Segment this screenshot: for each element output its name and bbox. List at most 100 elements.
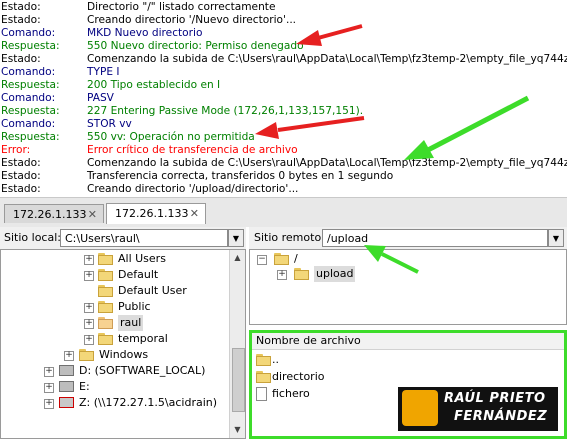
tree-item[interactable]: Default User bbox=[1, 283, 227, 299]
tab-connection-2[interactable]: 172.26.1.133 ✕ bbox=[106, 203, 206, 224]
tree-item-label: temporal bbox=[118, 332, 168, 345]
local-tree-scrollbar[interactable]: ▲ ▼ bbox=[229, 250, 245, 438]
tab-connection-1[interactable]: 172.26.1.133 ✕ bbox=[4, 204, 104, 223]
log-line: Comando: STOR vv bbox=[0, 118, 567, 131]
tree-item-label: Default User bbox=[118, 284, 187, 297]
log-label: Comando: bbox=[1, 66, 56, 78]
log-line: Respuesta: 550 vv: Operación no permitida bbox=[0, 131, 567, 144]
remote-site-label: Sitio remoto: bbox=[254, 231, 325, 244]
scroll-up-icon[interactable]: ▲ bbox=[230, 250, 245, 265]
expand-icon[interactable]: + bbox=[277, 270, 287, 280]
remote-tree-item[interactable]: − / bbox=[250, 251, 550, 267]
remote-tree-label: upload bbox=[314, 266, 356, 282]
tree-item[interactable]: + D: (SOFTWARE_LOCAL) bbox=[1, 363, 227, 379]
log-text: MKD Nuevo directorio bbox=[87, 27, 203, 39]
expand-icon[interactable]: + bbox=[64, 351, 74, 361]
log-line: Estado: Transferencia correcta, transferi… bbox=[0, 170, 567, 183]
log-text: PASV bbox=[87, 92, 114, 104]
log-line: Comando: MKD Nuevo directorio bbox=[0, 27, 567, 40]
author-logo: RAÚL PRIETO FERNÁNDEZ bbox=[398, 387, 558, 431]
log-text: Comenzando la subida de C:\Users\raul\Ap… bbox=[87, 157, 567, 169]
remote-path-input[interactable]: /upload bbox=[322, 229, 548, 247]
brain-icon bbox=[402, 390, 438, 426]
remote-path-dropdown[interactable]: ▼ bbox=[548, 229, 564, 247]
scroll-thumb[interactable] bbox=[232, 348, 245, 412]
log-line: Estado: Comenzando la subida de C:\Users\… bbox=[0, 157, 567, 170]
log-label: Comando: bbox=[1, 92, 56, 104]
log-text: 227 Entering Passive Mode (172,26,1,133,… bbox=[87, 105, 364, 117]
local-tree-pane[interactable]: + All Users + Default Default User + Public + ra… bbox=[0, 249, 246, 439]
local-path-input[interactable]: C:\Users\raul\ bbox=[60, 229, 228, 247]
expand-icon[interactable]: + bbox=[44, 399, 54, 409]
local-site-label: Sitio local: bbox=[4, 231, 61, 244]
log-label: Estado: bbox=[1, 183, 41, 195]
file-row[interactable]: fichero bbox=[252, 386, 392, 402]
tab-label: 172.26.1.133 bbox=[115, 207, 189, 220]
log-text: 550 vv: Operación no permitida bbox=[87, 131, 255, 143]
tree-item[interactable]: + Public bbox=[1, 299, 227, 315]
remote-tree-label: / bbox=[294, 252, 298, 265]
local-path-dropdown[interactable]: ▼ bbox=[228, 229, 244, 247]
folder-icon bbox=[256, 371, 271, 383]
tree-item[interactable]: + All Users bbox=[1, 251, 227, 267]
file-name: .. bbox=[272, 353, 279, 366]
expand-icon[interactable]: + bbox=[84, 335, 94, 345]
log-label: Respuesta: bbox=[1, 40, 60, 52]
log-line: Error: Error crítico de transferencia de … bbox=[0, 144, 567, 157]
tree-item[interactable]: + Z: (\\172.27.1.5\acidrain) bbox=[1, 395, 227, 411]
file-row[interactable]: .. bbox=[252, 352, 392, 368]
remote-tree-item[interactable]: + upload bbox=[250, 266, 550, 282]
user-folder-icon bbox=[98, 317, 113, 329]
log-label: Comando: bbox=[1, 27, 56, 39]
log-text: Creando directorio '/upload/directorio'.… bbox=[87, 183, 299, 195]
tree-item[interactable]: + E: bbox=[1, 379, 227, 395]
collapse-icon[interactable]: − bbox=[257, 255, 267, 265]
folder-icon bbox=[98, 269, 113, 281]
remote-tree-pane[interactable]: − / + upload bbox=[249, 249, 567, 325]
folder-icon bbox=[98, 333, 113, 345]
file-name: fichero bbox=[272, 387, 310, 400]
logo-line-1: RAÚL PRIETO bbox=[444, 391, 546, 406]
log-text: TYPE I bbox=[87, 66, 120, 78]
log-text: 550 Nuevo directorio: Permiso denegado bbox=[87, 40, 304, 52]
expand-icon[interactable]: + bbox=[84, 303, 94, 313]
log-text: 200 Tipo establecido en I bbox=[87, 79, 221, 91]
log-label: Estado: bbox=[1, 170, 41, 182]
expand-icon[interactable]: + bbox=[84, 255, 94, 265]
connection-tabs: 172.26.1.133 ✕ 172.26.1.133 ✕ bbox=[0, 197, 567, 227]
expand-icon[interactable]: + bbox=[44, 367, 54, 377]
close-icon[interactable]: ✕ bbox=[88, 205, 97, 224]
tree-item[interactable]: + temporal bbox=[1, 331, 227, 347]
log-line: Respuesta: 550 Nuevo directorio: Permiso … bbox=[0, 40, 567, 53]
drive-icon bbox=[59, 381, 74, 392]
close-icon[interactable]: ✕ bbox=[190, 204, 199, 223]
log-label: Respuesta: bbox=[1, 79, 60, 91]
expand-icon[interactable]: + bbox=[44, 383, 54, 393]
tree-item[interactable]: + Default bbox=[1, 267, 227, 283]
drive-icon bbox=[59, 365, 74, 376]
scroll-down-icon[interactable]: ▼ bbox=[230, 422, 245, 437]
tree-item[interactable]: + Windows bbox=[1, 347, 227, 363]
log-label: Estado: bbox=[1, 14, 41, 26]
expand-icon[interactable]: + bbox=[84, 319, 94, 329]
network-drive-icon bbox=[59, 397, 74, 408]
log-line: Respuesta: 200 Tipo establecido en I bbox=[0, 79, 567, 92]
log-text: Error crítico de transferencia de archiv… bbox=[87, 144, 298, 156]
log-text: Creando directorio '/Nuevo directorio'..… bbox=[87, 14, 297, 26]
tree-item-label: Public bbox=[118, 300, 151, 313]
log-text: Directorio "/" listado correctamente bbox=[87, 1, 276, 13]
file-row[interactable]: directorio bbox=[252, 369, 392, 385]
tree-item[interactable]: + raul bbox=[1, 315, 227, 331]
remote-site-bar: Sitio remoto: /upload ▼ bbox=[249, 227, 567, 249]
log-line: Comando: TYPE I bbox=[0, 66, 567, 79]
file-name: directorio bbox=[272, 370, 325, 383]
log-label: Respuesta: bbox=[1, 131, 60, 143]
folder-icon bbox=[274, 253, 289, 265]
folder-icon bbox=[256, 354, 271, 366]
tree-item-label: raul bbox=[118, 315, 144, 331]
tree-item-label: D: (SOFTWARE_LOCAL) bbox=[79, 364, 206, 377]
column-header-filename[interactable]: Nombre de archivo bbox=[252, 333, 564, 350]
file-icon bbox=[256, 387, 267, 401]
expand-icon[interactable]: + bbox=[84, 271, 94, 281]
message-log[interactable]: Estado: Directorio "/" listado correctame… bbox=[0, 0, 567, 197]
